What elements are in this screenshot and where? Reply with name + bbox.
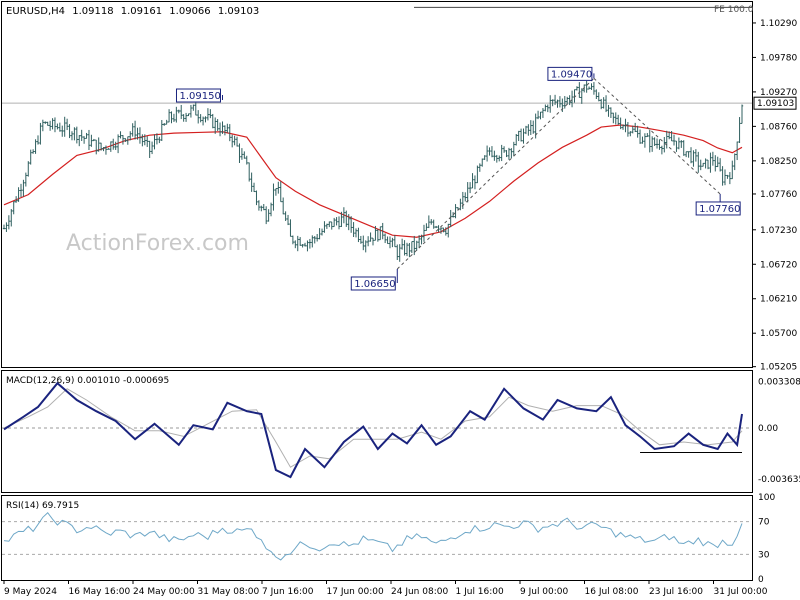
- chart-canvas: ActionForex.com 1.102901.097801.092701.0…: [1, 1, 800, 597]
- rsi-title: RSI(14) 69.7915: [6, 501, 79, 511]
- price-tick-label: 1.05205: [760, 363, 797, 373]
- header-symbol: EURUSD,H4 1.09118 1.09161 1.09066 1.0910…: [6, 6, 259, 17]
- price-tick-label: 1.07760: [760, 190, 797, 200]
- price-tick-label: 1.08250: [760, 157, 797, 167]
- annotation-label: 1.09150: [179, 91, 220, 102]
- x-tick-label: 24 Jun 08:00: [391, 587, 448, 597]
- macd-tick-label: 0.00: [758, 424, 778, 434]
- x-tick-label: 31 Jul 00:00: [714, 587, 768, 597]
- price-tick-label: 1.05700: [760, 329, 797, 339]
- watermark: ActionForex.com: [66, 231, 249, 256]
- x-tick-label: 1 Jul 16:00: [456, 587, 505, 597]
- price-tick-label: 1.09270: [760, 88, 797, 98]
- high-value: 1.09161: [121, 6, 162, 17]
- close-value: 1.09103: [218, 6, 259, 17]
- price-panel: [1, 1, 753, 368]
- macd-tick-label: -0.003635: [758, 475, 800, 485]
- x-tick-label: 24 May 00:00: [133, 587, 195, 597]
- annotation-label: 1.07760: [699, 204, 740, 215]
- price-tick-label: 1.06720: [760, 260, 797, 270]
- low-value: 1.09066: [169, 6, 210, 17]
- rsi-tick-label: 100: [758, 493, 775, 503]
- x-tick-label: 17 Jun 00:00: [327, 587, 384, 597]
- symbol-timeframe: EURUSD,H4: [6, 6, 65, 17]
- x-tick-label: 9 Jul 00:00: [520, 587, 569, 597]
- x-tick-label: 7 Jun 16:00: [262, 587, 314, 597]
- price-tick-label: 1.07230: [760, 226, 797, 236]
- open-value: 1.09118: [72, 6, 113, 17]
- annotation-label: 1.06650: [354, 279, 395, 290]
- rsi-tick-label: 0: [758, 575, 764, 585]
- price-tick-label: 1.09780: [760, 53, 797, 63]
- fe-label: FE 100.0: [714, 5, 754, 15]
- x-tick-label: 16 Jul 08:00: [585, 587, 639, 597]
- macd-title: MACD(12,26,9) 0.001010 -0.000695: [6, 376, 169, 386]
- x-tick-label: 31 May 08:00: [198, 587, 260, 597]
- macd-tick-label: 0.003308: [758, 378, 800, 388]
- price-tick-label: 1.08760: [760, 122, 797, 132]
- price-tick-label: 1.10290: [760, 19, 797, 29]
- current-price-label: 1.09103: [757, 99, 794, 109]
- x-tick-label: 16 May 16:00: [69, 587, 131, 597]
- x-tick-label: 9 May 2024: [4, 587, 57, 597]
- x-tick-label: 23 Jul 16:00: [649, 587, 703, 597]
- price-tick-label: 1.06210: [760, 295, 797, 305]
- rsi-tick-label: 30: [758, 550, 770, 560]
- rsi-tick-label: 70: [758, 518, 770, 528]
- macd-panel: [1, 370, 753, 493]
- x-axis-group: 9 May 2024 16 May 16:00 24 May 00:00 31 May…: [3, 580, 768, 597]
- annotation-label: 1.09470: [551, 69, 592, 80]
- rsi-panel: [1, 495, 753, 581]
